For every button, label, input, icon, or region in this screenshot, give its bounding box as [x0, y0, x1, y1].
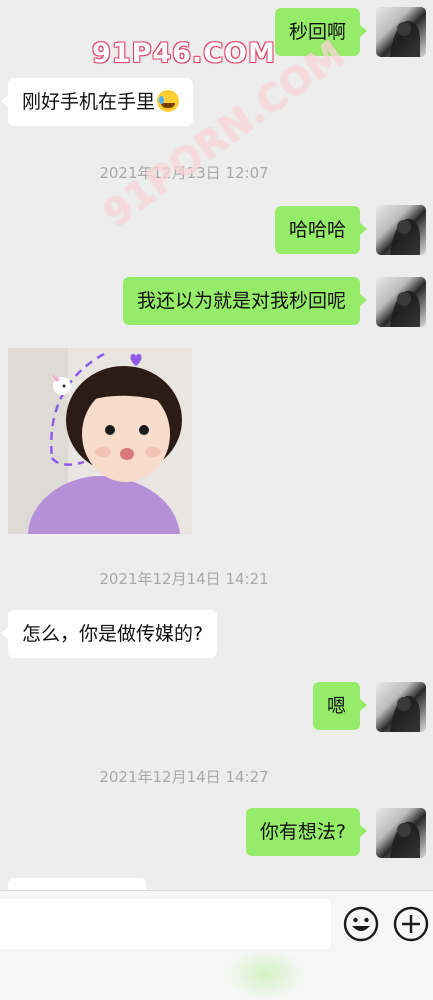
message-text: 哈哈哈 [288, 219, 346, 241]
sticker-image[interactable] [8, 348, 192, 534]
user-avatar[interactable] [376, 682, 426, 732]
message-text: 我还以为就是对我秒回呢 [136, 290, 346, 312]
incoming-message-bubble-partial[interactable] [8, 878, 146, 890]
timestamp: 2021年12月14日 14:27 [99, 768, 269, 786]
user-avatar[interactable] [376, 277, 426, 327]
message-row: 刚好手机在手里 [0, 78, 433, 130]
laughing-crying-emoji-icon [157, 90, 180, 112]
chat-history[interactable]: 秒回啊 刚好手机在手里 2021年12月13日 12:07 哈哈哈 我还以为就是… [0, 0, 433, 890]
outgoing-message-bubble[interactable]: 秒回啊 [274, 8, 368, 56]
user-avatar[interactable] [376, 205, 426, 255]
message-text: 秒回啊 [288, 21, 346, 43]
smiley-face-icon[interactable] [341, 904, 381, 944]
message-row: 嗯 [0, 682, 433, 734]
message-text: 你有想法? [259, 821, 346, 843]
message-composer [0, 890, 433, 1000]
blurred-background-artifact [225, 948, 305, 1000]
user-avatar[interactable] [376, 808, 426, 858]
outgoing-message-bubble[interactable]: 嗯 [312, 682, 368, 730]
user-avatar[interactable] [376, 7, 426, 57]
plus-circle-icon[interactable] [391, 904, 431, 944]
message-text: 刚好手机在手里 [22, 91, 156, 113]
timestamp: 2021年12月14日 14:21 [99, 570, 269, 588]
outgoing-message-bubble[interactable]: 我还以为就是对我秒回呢 [122, 277, 368, 325]
message-text: 嗯 [326, 695, 346, 717]
message-row: 秒回啊 [0, 5, 433, 57]
message-input[interactable] [0, 899, 331, 949]
message-text: 怎么，你是做传媒的? [22, 623, 204, 645]
incoming-message-bubble[interactable]: 刚好手机在手里 [0, 78, 194, 126]
message-row: 怎么，你是做传媒的? [0, 610, 433, 662]
outgoing-message-bubble[interactable]: 哈哈哈 [274, 206, 368, 254]
message-row: 哈哈哈 [0, 205, 433, 257]
message-row: 你有想法? [0, 808, 433, 860]
outgoing-message-bubble[interactable]: 你有想法? [245, 808, 368, 856]
message-row: 我还以为就是对我秒回呢 [0, 277, 433, 329]
incoming-message-bubble[interactable]: 怎么，你是做传媒的? [0, 610, 218, 658]
timestamp: 2021年12月13日 12:07 [99, 164, 269, 182]
